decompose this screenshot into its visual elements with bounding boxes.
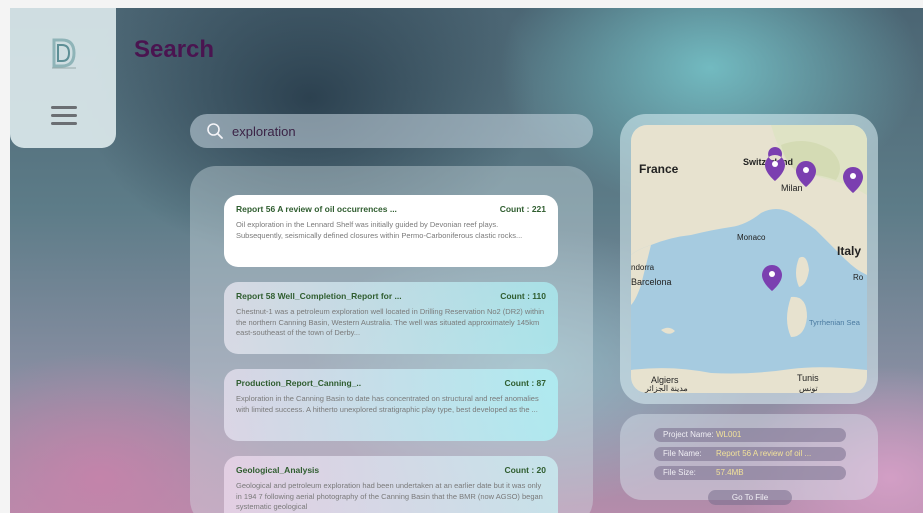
- file-size-row: File Size: 57.4MB: [654, 466, 846, 480]
- result-card[interactable]: Geological_Analysis Count : 20 Geologica…: [224, 456, 558, 513]
- result-card[interactable]: Report 58 Well_Completion_Report for ...…: [224, 282, 558, 354]
- file-name-label: File Name:: [663, 449, 702, 458]
- map-view[interactable]: France Switzerland Milan Monaco Italy nd…: [631, 125, 867, 393]
- map-label-monaco: Monaco: [737, 233, 766, 242]
- result-count: Count : 110: [500, 291, 546, 301]
- result-count: Count : 221: [499, 204, 546, 214]
- map-label-tunis-ar: تونس: [799, 384, 818, 393]
- result-count: Count : 87: [504, 378, 546, 388]
- map-label-italy: Italy: [837, 244, 861, 258]
- result-count: Count : 20: [504, 465, 546, 475]
- result-snippet: Exploration in the Canning Basin to date…: [236, 394, 539, 414]
- file-size-value: 57.4MB: [716, 468, 744, 477]
- search-bar[interactable]: [190, 114, 593, 148]
- file-info-panel: Project Name: WL001 File Name: Report 56 A…: [620, 414, 878, 505]
- app-window: Search Report 56 A review of oil occurre…: [10, 8, 923, 513]
- results-panel: Report 56 A review of oil occurrences ..…: [190, 166, 593, 513]
- map-label-rome: Ro: [853, 273, 864, 282]
- map-canvas[interactable]: France Switzerland Milan Monaco Italy nd…: [631, 125, 867, 393]
- file-name-row: File Name: Report 56 A review of oil ...: [654, 447, 846, 461]
- project-name-row: Project Name: WL001: [654, 428, 846, 442]
- menu-icon[interactable]: [51, 106, 77, 126]
- result-title[interactable]: Report 58 Well_Completion_Report for ...: [236, 291, 402, 301]
- result-title[interactable]: Production_Report_Canning_..: [236, 378, 361, 388]
- go-to-file-button[interactable]: Go To File: [708, 490, 792, 505]
- map-label-milan: Milan: [781, 183, 803, 193]
- result-snippet: Geological and petroleum exploration had…: [236, 481, 543, 511]
- map-label-barcelona: Barcelona: [631, 277, 672, 287]
- page-title: Search: [134, 36, 215, 63]
- search-icon: [207, 123, 223, 139]
- map-panel: France Switzerland Milan Monaco Italy nd…: [620, 114, 878, 404]
- result-title[interactable]: Geological_Analysis: [236, 465, 319, 475]
- file-size-label: File Size:: [663, 468, 696, 477]
- map-label-tunis: Tunis: [797, 373, 819, 383]
- sidebar: [10, 8, 116, 148]
- result-card[interactable]: Report 56 A review of oil occurrences ..…: [224, 195, 558, 267]
- app-logo-icon[interactable]: [48, 36, 78, 70]
- map-label-algiers-ar: مدينة الجزائر: [644, 384, 688, 393]
- map-label-tyrrhenian-sea: Tyrrhenian Sea: [809, 318, 861, 327]
- project-name-label: Project Name:: [663, 430, 714, 439]
- project-name-value: WL001: [716, 430, 742, 439]
- map-label-france: France: [639, 162, 679, 176]
- search-input[interactable]: [232, 123, 562, 139]
- map-label-andorra: ndorra: [631, 263, 655, 272]
- result-card[interactable]: Production_Report_Canning_.. Count : 87 …: [224, 369, 558, 441]
- result-title[interactable]: Report 56 A review of oil occurrences ..…: [236, 204, 397, 214]
- file-name-value: Report 56 A review of oil ...: [716, 449, 812, 458]
- result-snippet: Oil exploration in the Lennard Shelf was…: [236, 220, 523, 240]
- result-snippet: Chestnut-1 was a petroleum exploration w…: [236, 307, 545, 337]
